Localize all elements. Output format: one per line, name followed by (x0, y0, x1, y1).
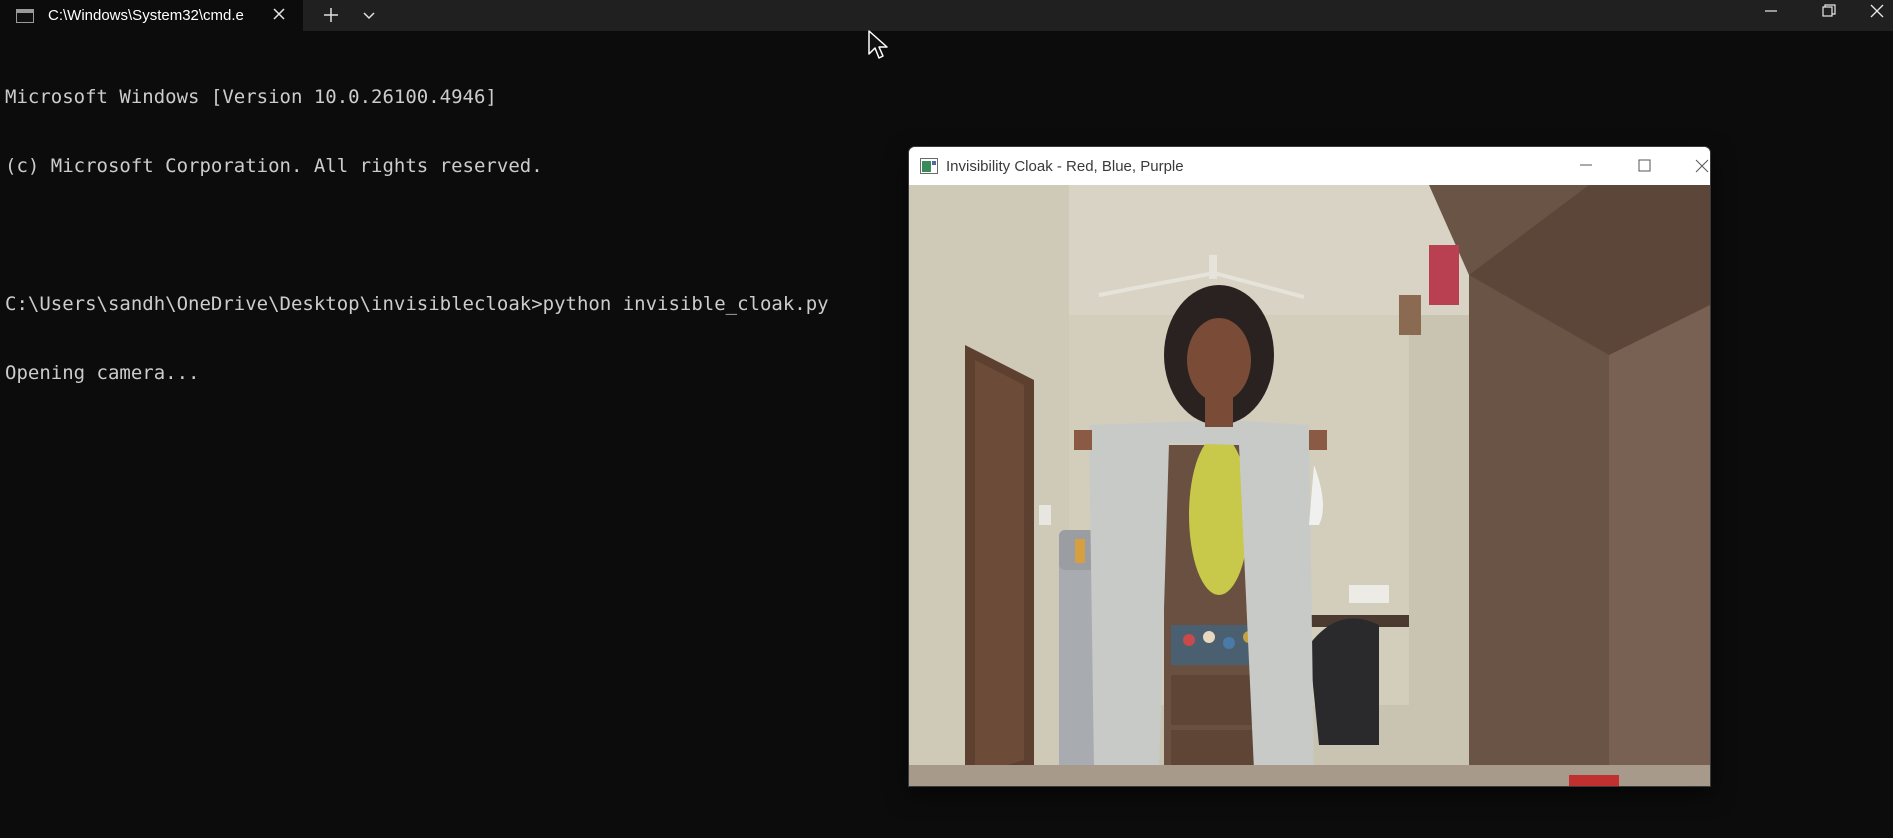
new-tab-button[interactable] (318, 2, 344, 28)
restore-icon (1822, 4, 1836, 17)
minimize-icon (1765, 10, 1777, 12)
close-icon (1870, 4, 1884, 18)
camera-minimize-button[interactable] (1563, 153, 1609, 179)
camera-window-titlebar[interactable]: Invisibility Cloak - Red, Blue, Purple (909, 147, 1710, 185)
camera-maximize-button[interactable] (1621, 153, 1667, 179)
minimize-icon (1580, 164, 1592, 166)
chevron-down-icon (363, 12, 375, 20)
maximize-icon (1638, 159, 1651, 172)
tab-close-icon[interactable] (268, 3, 290, 25)
tab-cmd[interactable]: C:\Windows\System32\cmd.e (0, 0, 303, 31)
mouse-pointer-icon (868, 30, 888, 59)
tab-title: C:\Windows\System32\cmd.e (48, 7, 244, 24)
minimize-button[interactable] (1747, 0, 1795, 24)
tab-dropdown-button[interactable] (356, 2, 382, 28)
camera-close-button[interactable] (1679, 153, 1710, 179)
webcam-frame (909, 185, 1710, 786)
console-line: (c) Microsoft Corporation. All rights re… (5, 155, 543, 177)
console-line: Microsoft Windows [Version 10.0.26100.49… (5, 86, 497, 108)
console-output[interactable]: Microsoft Windows [Version 10.0.26100.49… (5, 40, 829, 408)
close-icon (1695, 159, 1709, 173)
console-line: C:\Users\sandh\OneDrive\Desktop\invisibl… (5, 293, 829, 315)
plus-icon (324, 8, 338, 22)
window-close-button[interactable] (1858, 0, 1893, 24)
camera-window[interactable]: Invisibility Cloak - Red, Blue, Purple (909, 147, 1710, 786)
terminal-titlebar[interactable]: C:\Windows\System32\cmd.e (0, 0, 1893, 31)
console-line: Opening camera... (5, 362, 200, 384)
terminal-icon (16, 8, 34, 23)
image-window-icon (920, 158, 938, 174)
camera-window-title: Invisibility Cloak - Red, Blue, Purple (946, 157, 1184, 175)
restore-button[interactable] (1804, 0, 1852, 24)
